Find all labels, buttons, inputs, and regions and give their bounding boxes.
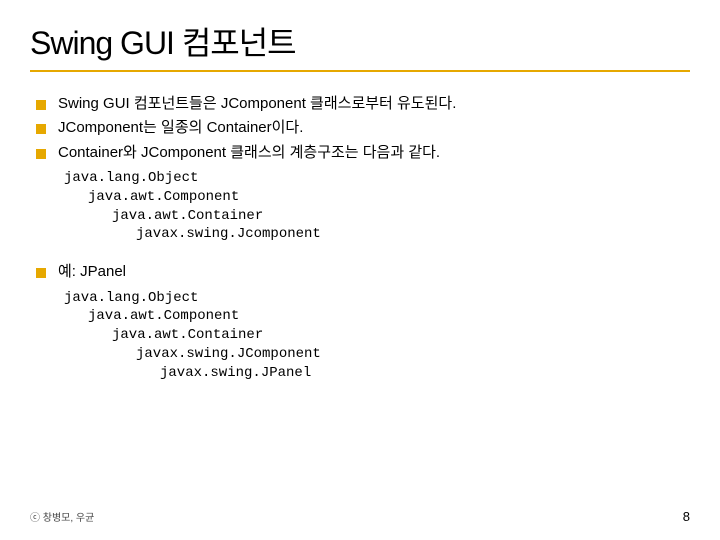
slide-title: Swing GUI 컴포넌트 <box>30 18 690 64</box>
bullet-text: 예: JPanel <box>58 262 126 282</box>
hierarchy-block: java.lang.Object java.awt.Component java… <box>64 169 690 245</box>
code-line: java.awt.Container <box>64 207 690 226</box>
code-line: javax.swing.Jcomponent <box>64 225 690 244</box>
bullet-text: JComponent는 일종의 Container이다. <box>58 118 303 138</box>
footer: ⓒ 창병모, 우균 8 <box>30 509 690 524</box>
code-line: java.lang.Object <box>64 169 690 188</box>
page-number: 8 <box>683 509 690 524</box>
bullet-icon <box>36 124 46 134</box>
bullet-icon <box>36 268 46 278</box>
bullet-icon <box>36 100 46 110</box>
list-item: Container와 JComponent 클래스의 계층구조는 다음과 같다. <box>36 143 690 163</box>
code-line: javax.swing.JPanel <box>64 364 690 383</box>
code-line: java.awt.Component <box>64 188 690 207</box>
bullet-icon <box>36 149 46 159</box>
code-line: java.awt.Container <box>64 326 690 345</box>
list-item: JComponent는 일종의 Container이다. <box>36 118 690 138</box>
list-item: Swing GUI 컴포넌트들은 JComponent 클래스로부터 유도된다. <box>36 94 690 114</box>
code-line: java.awt.Component <box>64 307 690 326</box>
code-line: java.lang.Object <box>64 289 690 308</box>
copyright: ⓒ 창병모, 우균 <box>30 509 94 524</box>
code-line: javax.swing.JComponent <box>64 345 690 364</box>
title-underline <box>30 70 690 72</box>
body: Swing GUI 컴포넌트들은 JComponent 클래스로부터 유도된다.… <box>30 94 690 383</box>
list-item: 예: JPanel <box>36 262 690 282</box>
hierarchy-block: java.lang.Object java.awt.Component java… <box>64 289 690 383</box>
bullet-text: Container와 JComponent 클래스의 계층구조는 다음과 같다. <box>58 143 440 163</box>
bullet-text: Swing GUI 컴포넌트들은 JComponent 클래스로부터 유도된다. <box>58 94 456 114</box>
